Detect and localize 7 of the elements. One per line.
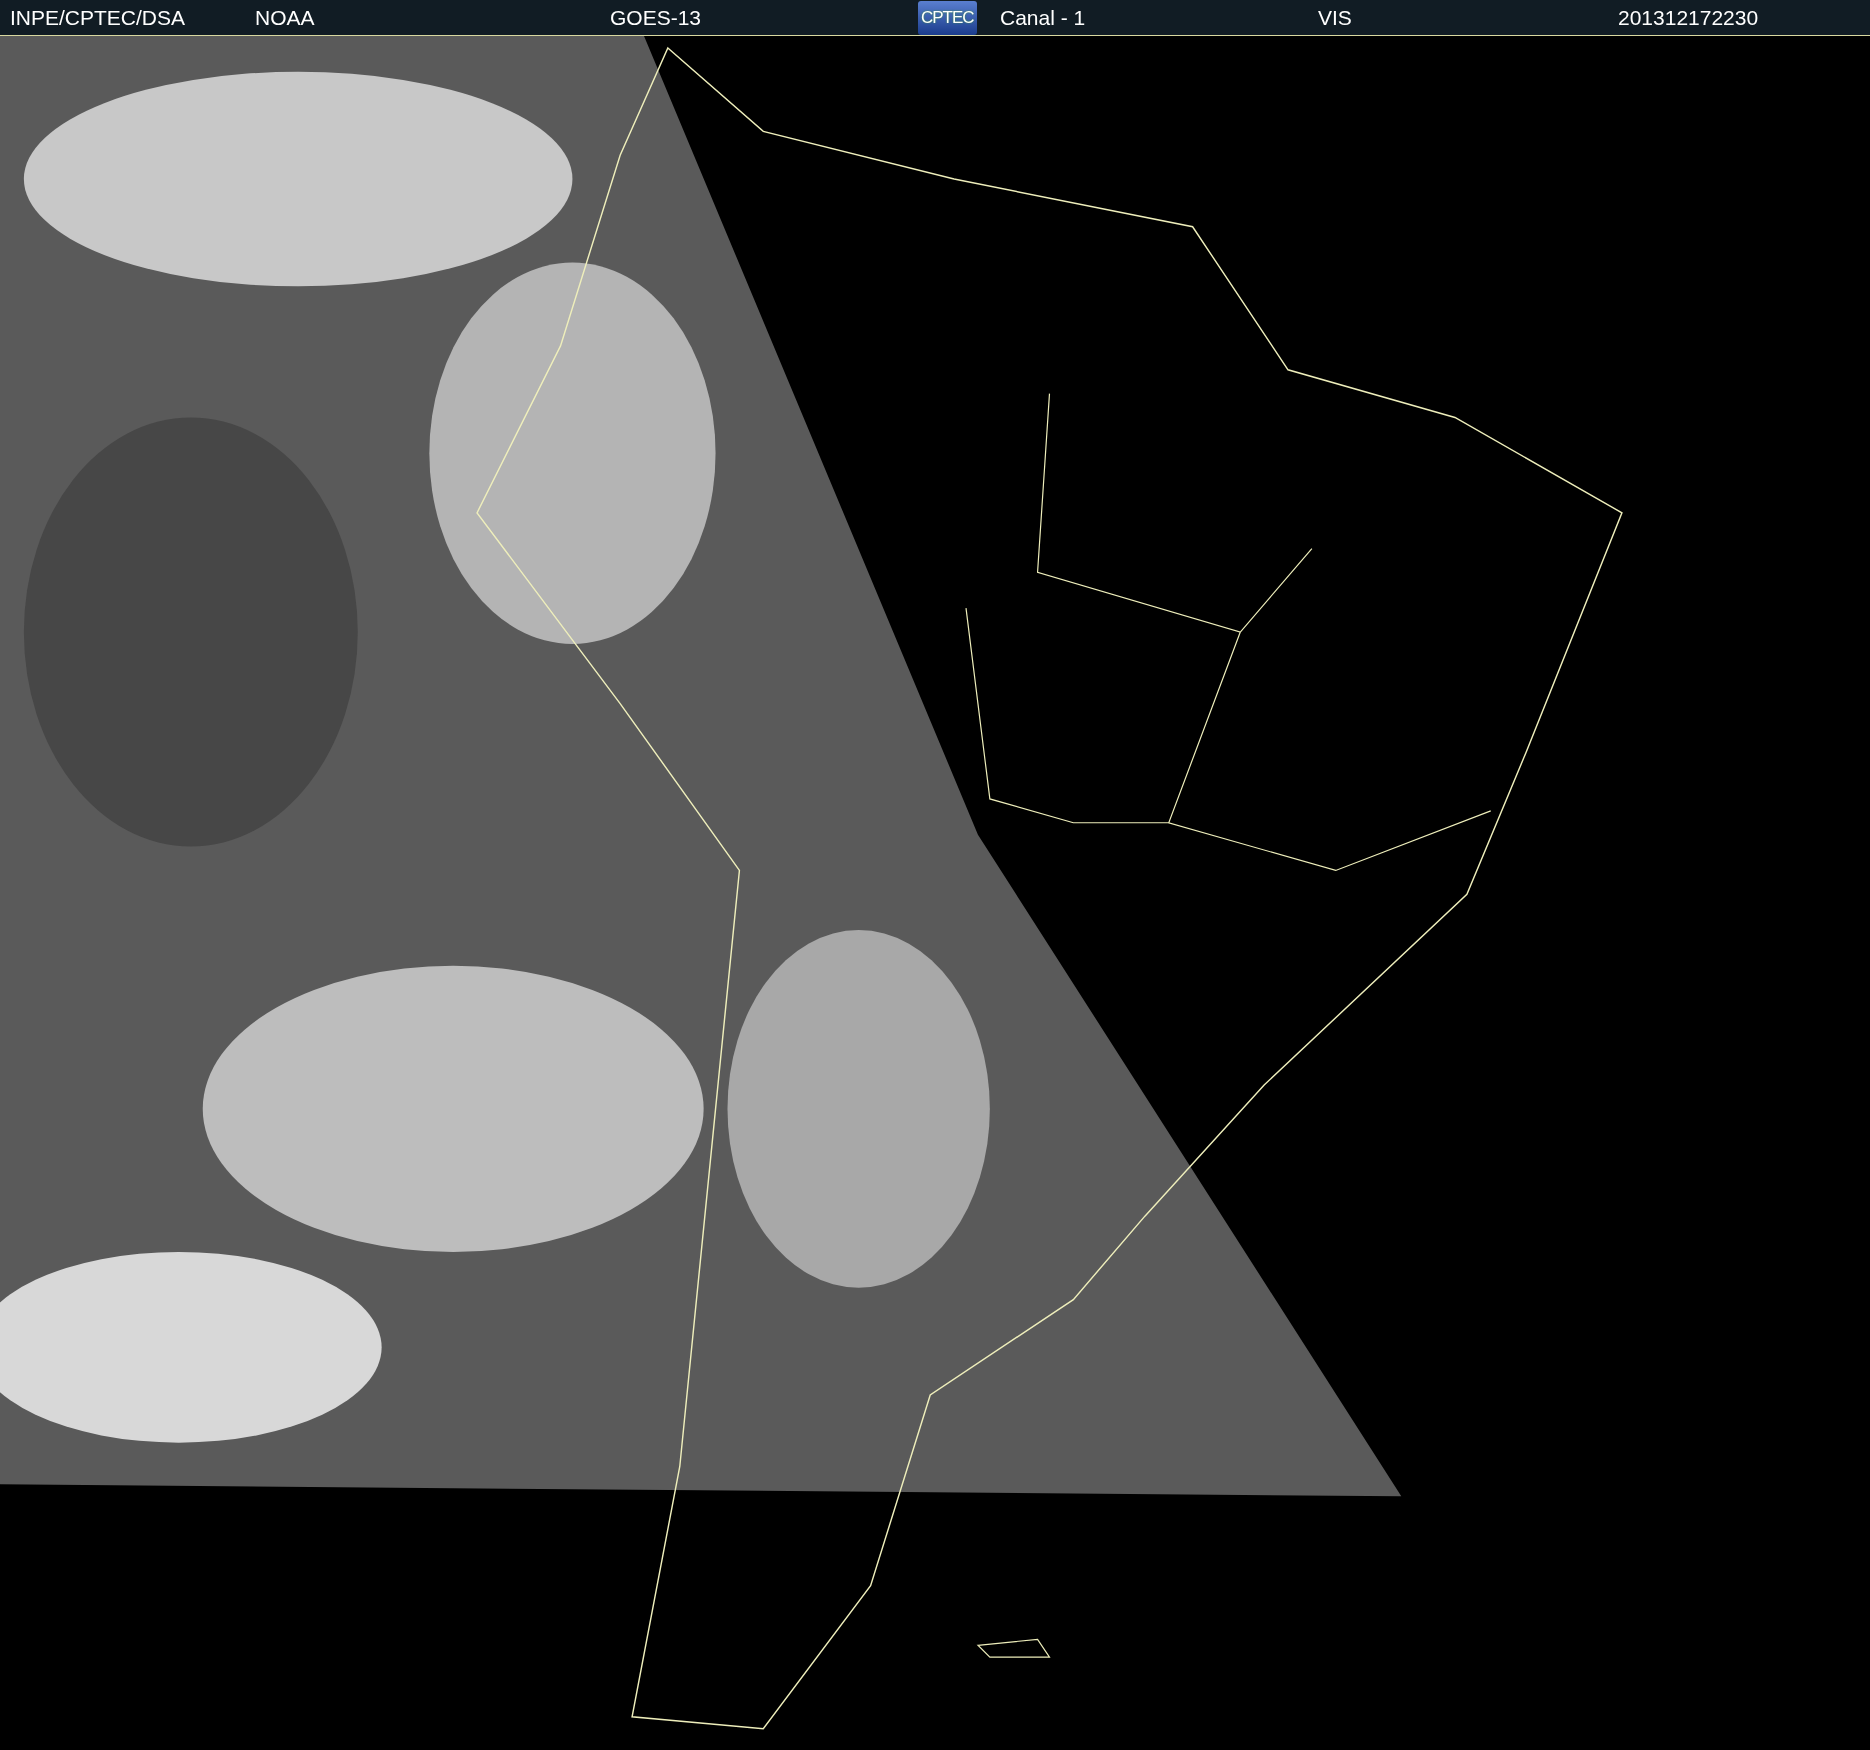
header-label: Canal - 1 [999, 4, 1087, 31]
header-label: NOAA [254, 4, 316, 31]
header-label: 201312172230 [1617, 4, 1760, 31]
header-label: INPE/CPTEC/DSA [9, 4, 187, 31]
header-label: GOES-13 [609, 4, 703, 31]
header-label: VIS [1317, 4, 1353, 31]
logo: CPTEC [918, 1, 977, 35]
